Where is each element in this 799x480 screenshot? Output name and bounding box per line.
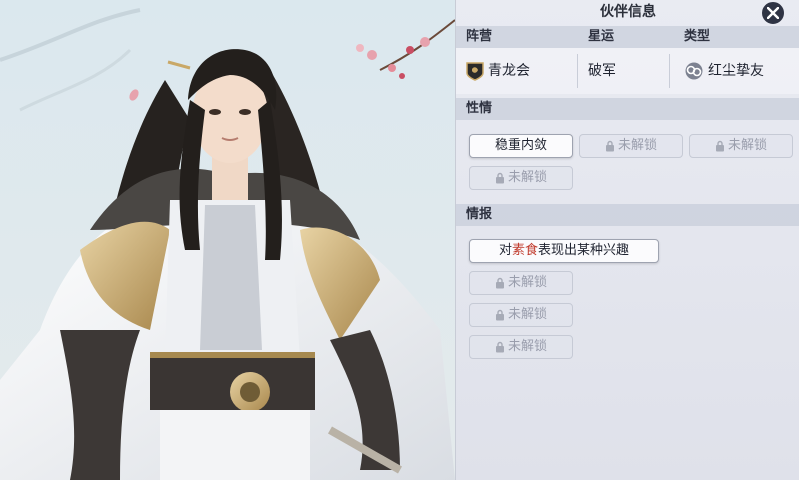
- intel-entry-locked[interactable]: 未解锁: [469, 335, 573, 359]
- personality-title: 性情: [466, 101, 493, 116]
- intel-label: 未解锁: [507, 275, 547, 290]
- partner-info-panel: 伙伴信息 阵营 星运 类型 青龙会 破军 红尘挚友 性情 稳重内敛 未解锁 未解…: [455, 0, 799, 480]
- faction-emblem-icon: [466, 62, 484, 81]
- intel-label: 未解锁: [507, 307, 547, 322]
- faction-value: 青龙会: [488, 63, 530, 79]
- trait-chip[interactable]: 稳重内敛: [469, 134, 573, 158]
- lock-icon: [495, 309, 504, 320]
- close-button[interactable]: [760, 0, 786, 26]
- star-value: 破军: [588, 63, 616, 79]
- intel-header: 情报: [456, 204, 799, 226]
- column-divider: [577, 54, 578, 88]
- faction-cell: 青龙会: [466, 48, 530, 94]
- intel-entry-locked[interactable]: 未解锁: [469, 303, 573, 327]
- lock-icon: [495, 277, 504, 288]
- lock-icon: [605, 140, 614, 151]
- info-column-header: 阵营 星运 类型: [456, 26, 799, 48]
- intel-text-suffix: 表现出某种兴趣: [538, 243, 630, 258]
- lock-icon: [495, 341, 504, 352]
- type-cell: 红尘挚友: [684, 48, 764, 94]
- character-artwork: [0, 0, 455, 480]
- intel-entry[interactable]: 对素食表现出某种兴趣: [469, 239, 659, 263]
- close-icon: [767, 7, 779, 19]
- type-value: 红尘挚友: [708, 63, 764, 79]
- intel-label: 未解锁: [507, 339, 547, 354]
- trait-chip-locked[interactable]: 未解锁: [469, 166, 573, 190]
- trait-label: 未解锁: [617, 138, 657, 153]
- lock-icon: [495, 172, 504, 183]
- lock-icon: [715, 140, 724, 151]
- personality-header: 性情: [456, 98, 799, 120]
- intel-text-prefix: 对: [498, 243, 512, 258]
- faction-label: 阵营: [466, 29, 493, 44]
- trait-chip-locked[interactable]: 未解锁: [689, 134, 793, 158]
- trait-chip-locked[interactable]: 未解锁: [579, 134, 683, 158]
- star-label: 星运: [588, 29, 615, 44]
- trait-label: 未解锁: [727, 138, 767, 153]
- friendship-icon: [685, 62, 703, 80]
- intel-title: 情报: [466, 207, 493, 222]
- trait-label: 未解锁: [507, 170, 547, 185]
- trait-label: 稳重内敛: [494, 138, 547, 153]
- character-illustration: [0, 0, 455, 480]
- type-label: 类型: [684, 29, 711, 44]
- column-divider: [669, 54, 670, 88]
- info-values-row: 青龙会 破军 红尘挚友: [456, 48, 799, 94]
- panel-title: 伙伴信息: [600, 4, 656, 20]
- intel-entry-locked[interactable]: 未解锁: [469, 271, 573, 295]
- intel-text-highlight: 素食: [511, 243, 538, 258]
